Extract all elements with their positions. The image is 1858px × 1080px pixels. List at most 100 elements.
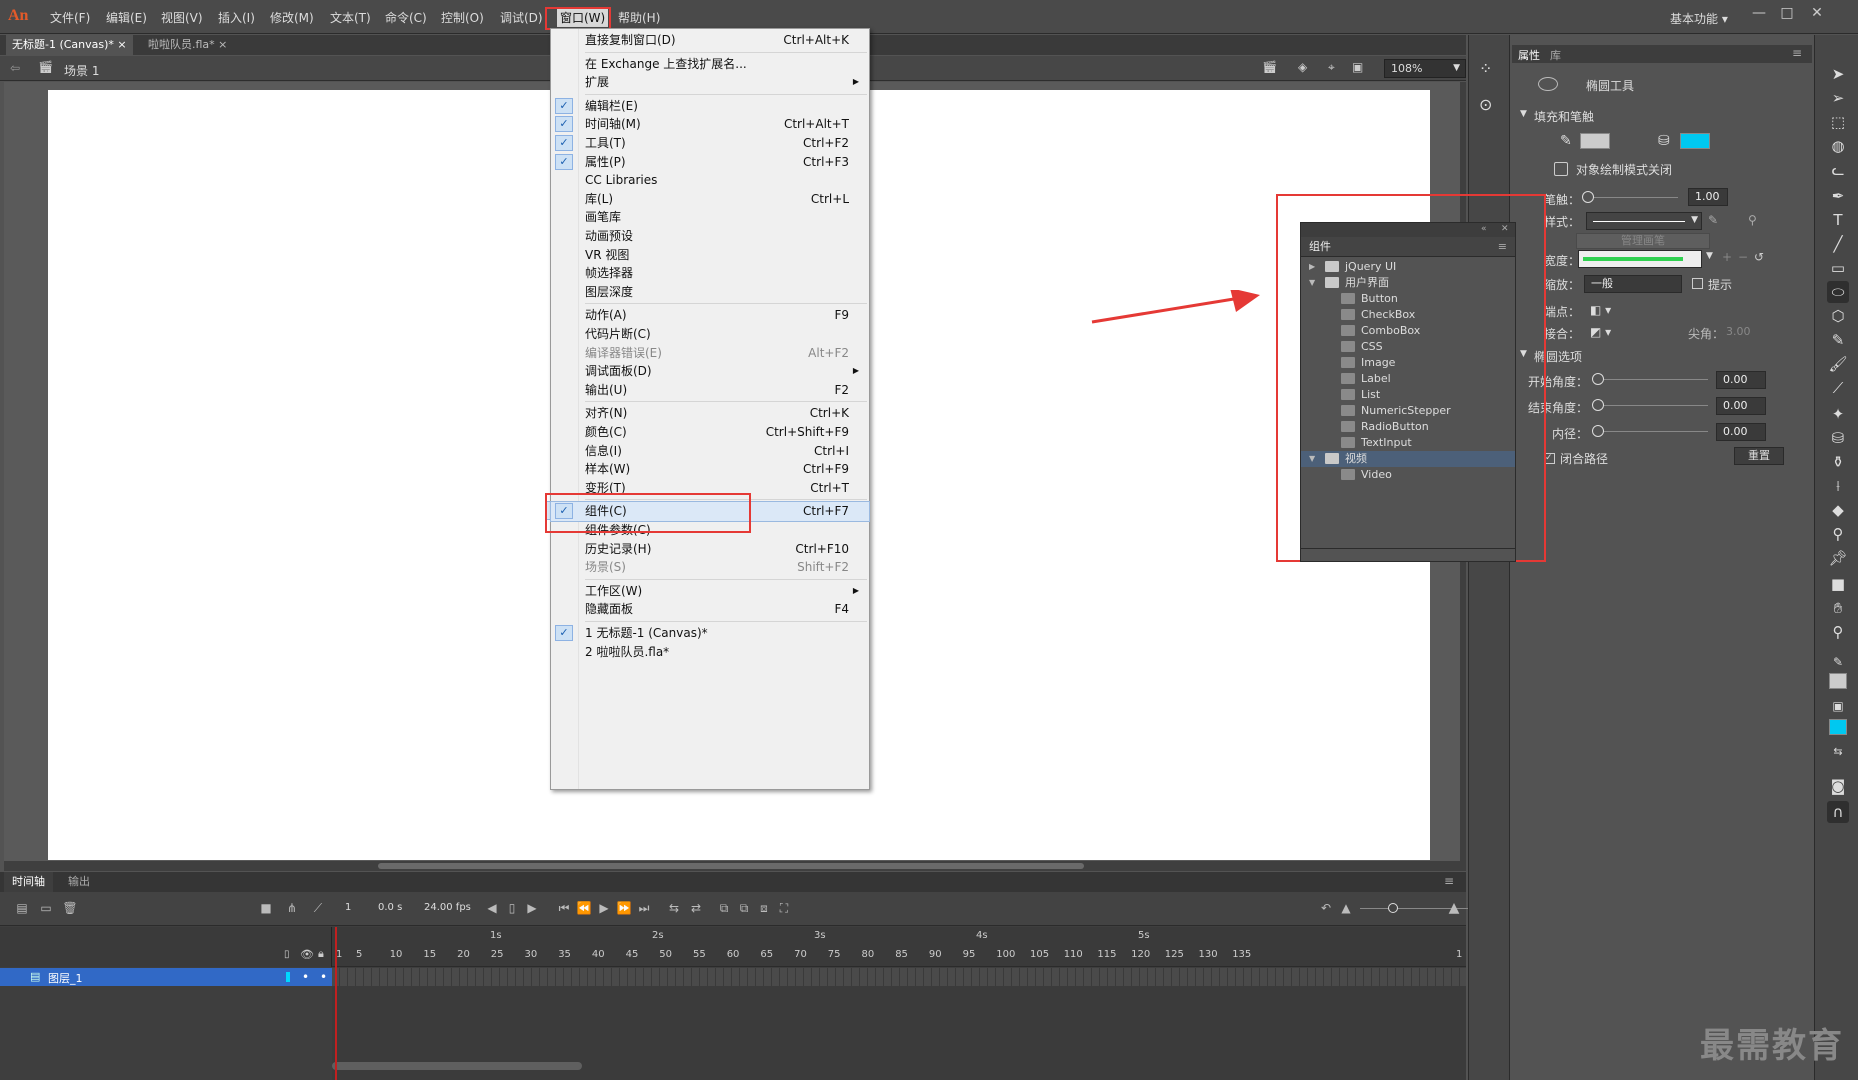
component-item[interactable]: ComboBox [1301,323,1515,339]
component-item[interactable]: NumericStepper [1301,403,1515,419]
highlight-layers-icon[interactable]: ▯ [284,949,290,960]
width-tool-icon[interactable]: ⚲ [1748,213,1757,227]
clip-content-icon[interactable]: ▣ [1352,60,1363,74]
fill-color-swatch[interactable] [1680,133,1710,149]
start-angle-value[interactable]: 0.00 [1716,371,1766,389]
timeline-scroll-thumb[interactable] [332,1062,582,1070]
panel-menu-icon[interactable]: ≡ [1444,874,1454,888]
menu-item[interactable]: 2 啦啦队员.fla* [551,643,869,662]
menu-item[interactable]: ✓ 编辑栏(E) [551,97,869,116]
horizontal-scrollbar[interactable] [4,861,1466,871]
menu-edit[interactable]: 编辑(E) [106,9,147,26]
line-tool-icon[interactable]: ╱ [1827,233,1849,255]
tab-cheerleader[interactable]: 啦啦队员.fla* × [142,35,233,55]
scene-list-icon[interactable]: 🎬︎ [1262,60,1277,74]
menu-item[interactable]: 直接复制窗口(D) Ctrl+Alt+K [551,31,869,50]
stroke-slider[interactable] [1588,197,1678,198]
graph-icon[interactable]: ⟋ [310,901,326,915]
menu-item[interactable]: 调试面板(D) ▶ [551,362,869,381]
component-item[interactable]: RadioButton [1301,419,1515,435]
join-select[interactable]: ◩ ▾ [1590,325,1611,339]
layer-color-swatch[interactable] [286,972,290,982]
delete-layer-icon[interactable]: 🗑︎ [62,901,78,915]
edit-style-icon[interactable]: ✎ [1708,213,1718,227]
slider-knob[interactable] [1388,903,1398,913]
last-frame-icon[interactable]: ⏭ [636,901,652,915]
cap-select[interactable]: ◧ ▾ [1590,303,1611,317]
frame-ruler[interactable]: 1 5 10 15 20 25 30 35 40 45 50 55 60 65 70 75 80 85 90 95 10… [332,927,1466,967]
oval-tool-icon[interactable]: ⬭ [1827,281,1849,303]
eraser-icon[interactable]: ◆ [1827,499,1849,521]
chevron-down-icon[interactable]: ▼ [1706,251,1713,261]
onion-outline-icon[interactable]: ⧉ [736,901,752,915]
layer-name[interactable]: 图层_1 [48,970,83,986]
menu-item[interactable]: ✓ 属性(P) Ctrl+F3 [551,153,869,172]
menu-help[interactable]: 帮助(H) [618,9,660,26]
tab-library[interactable]: 库 [1550,47,1561,63]
undo-icon[interactable]: ↶ [1318,901,1334,915]
menu-item[interactable]: 图层深度 [551,283,869,302]
cc-libraries-icon[interactable]: ⊙ [1479,95,1492,114]
width-profile-select[interactable] [1578,250,1702,268]
onion-markers-icon[interactable]: ⛶ [776,901,792,915]
playhead[interactable] [335,927,337,1080]
panel-menu-icon[interactable]: ≡ [1792,46,1802,60]
layer-row[interactable]: ▤ 图层_1 • • [0,968,332,986]
menu-item[interactable]: ✓ 时间轴(M) Ctrl+Alt+T [551,115,869,134]
miter-value[interactable]: 3.00 [1726,325,1751,338]
menu-item[interactable]: 隐藏面板 F4 [551,600,869,619]
menu-item[interactable]: 代码片断(C) [551,325,869,344]
menu-item[interactable]: 编译器错误(E) Alt+F2 [551,344,869,363]
chevron-right-icon[interactable]: ▶ [1309,259,1315,275]
menu-item[interactable]: 动作(A) F9 [551,306,869,325]
menu-item[interactable]: 颜色(C) Ctrl+Shift+F9 [551,423,869,442]
stroke-color-swatch[interactable] [1580,133,1610,149]
center-stage-icon[interactable]: ⌖ [1328,60,1335,75]
reset-width-icon[interactable]: ↺ [1754,250,1764,264]
component-item[interactable]: Video [1301,467,1515,483]
lock-dot-icon[interactable]: • [320,970,327,984]
polystar-tool-icon[interactable]: ⬡ [1827,305,1849,327]
free-transform-icon[interactable]: ⬚ [1827,111,1849,133]
step-forward-icon[interactable]: ⏩ [616,901,632,915]
scale-select[interactable]: 一般 [1584,275,1682,293]
menu-control[interactable]: 控制(O) [441,9,484,26]
menu-view[interactable]: 视图(V) [161,9,203,26]
tab-timeline[interactable]: 时间轴 [4,872,53,892]
back-arrow-icon[interactable]: ⇦ [10,61,20,75]
menu-item[interactable]: 帧选择器 [551,264,869,283]
menu-item[interactable]: ✓ 工具(T) Ctrl+F2 [551,134,869,153]
subselection-tool-icon[interactable]: ➢ [1827,87,1849,109]
menu-item[interactable]: 扩展 ▶ [551,73,869,92]
play-icon[interactable]: ▶ [596,901,612,915]
onion-skin-icon[interactable]: ⧉ [716,901,732,915]
maximize-button[interactable]: □ [1774,3,1800,23]
panel-menu-icon[interactable]: ≡ [1498,237,1507,257]
mountain-small-icon[interactable]: ▲ [1338,901,1354,915]
menu-item[interactable]: 历史记录(H) Ctrl+F10 [551,540,869,559]
tab-properties[interactable]: 属性 [1518,47,1540,63]
parent-view-icon[interactable]: ⋔ [284,901,300,915]
frame-rate[interactable]: 24.00 fps [424,902,471,913]
menu-item[interactable]: 对齐(N) Ctrl+K [551,404,869,423]
prev-keyframe-icon[interactable]: ◀ [484,901,500,915]
center-frame-icon[interactable]: ⇄ [688,901,704,915]
close-window-button[interactable]: ✕ [1804,3,1830,23]
object-drawing-icon[interactable]: ◙ [1827,775,1849,797]
step-back-icon[interactable]: ⏪ [576,901,592,915]
menu-item[interactable]: 样本(W) Ctrl+F9 [551,460,869,479]
collapse-arrow-icon[interactable]: ▼ [1520,109,1527,119]
next-keyframe-icon[interactable]: ▶ [524,901,540,915]
component-item[interactable]: Button [1301,291,1515,307]
toolbar-fill-swatch[interactable] [1829,719,1847,735]
menu-item[interactable]: 输出(U) F2 [551,381,869,400]
close-icon[interactable]: ✕ [1501,224,1509,234]
text-tool-icon[interactable]: T [1827,209,1849,231]
bone-tool-icon[interactable]: ✦ [1827,403,1849,425]
menu-modify[interactable]: 修改(M) [270,9,314,26]
menu-commands[interactable]: 命令(C) [385,9,427,26]
close-icon[interactable]: × [117,38,126,51]
menu-item[interactable]: 动画预设 [551,227,869,246]
component-item[interactable]: Image [1301,355,1515,371]
brush-tool-icon[interactable]: 🖌︎ [1827,353,1849,375]
